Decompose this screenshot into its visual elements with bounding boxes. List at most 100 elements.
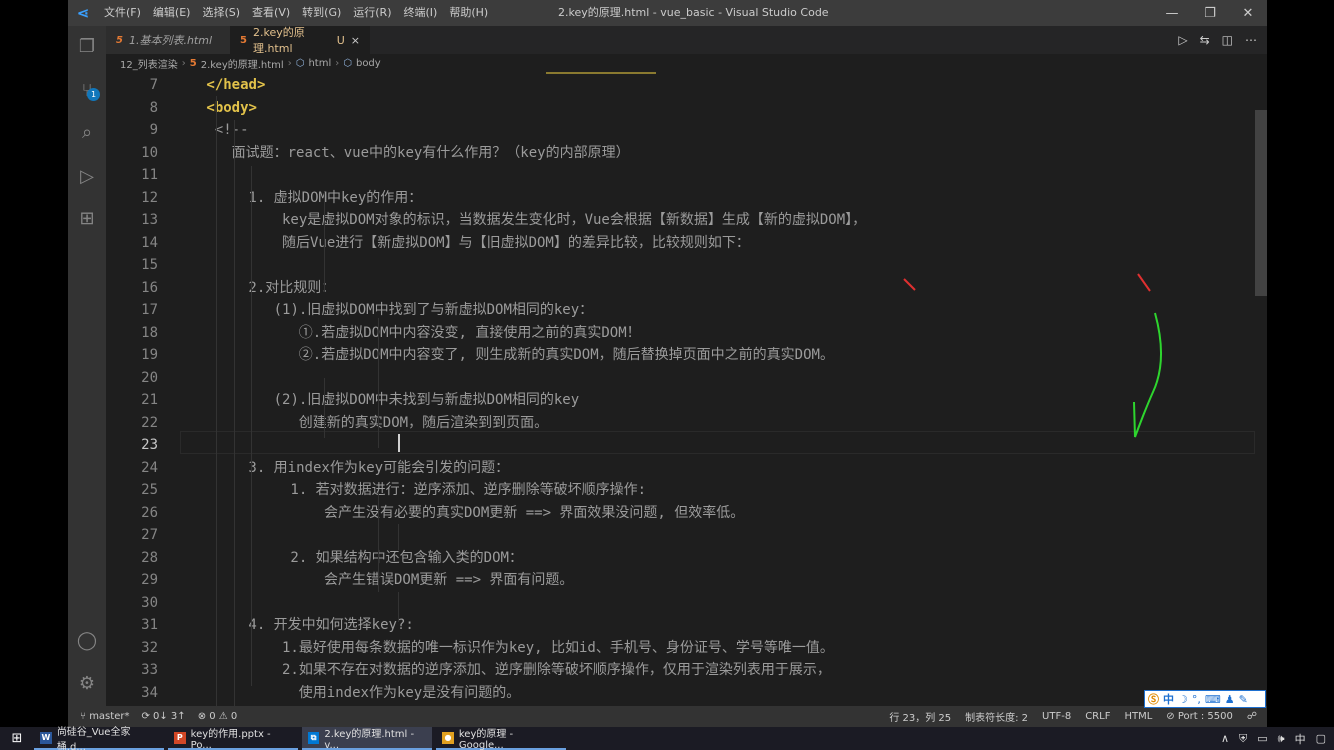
line-number: 26 (141, 504, 158, 521)
code-line: 17 (1).旧虚拟DOM中找到了与新虚拟DOM相同的key： (106, 299, 1267, 322)
notification-icon[interactable]: ▢ (1316, 732, 1326, 745)
taskbar-item[interactable]: W 尚硅谷_Vue全家桶.d... (34, 727, 164, 750)
vscode-window: ⋖ 文件(F) 编辑(E) 选择(S) 查看(V) 转到(G) 运行(R) 终端(I) 帮助(… (68, 0, 1267, 727)
line-number: 18 (141, 324, 158, 341)
user-icon[interactable]: ♟ (1225, 693, 1235, 706)
code-text: 创建新的真实DOM，随后渲染到到页面。 (298, 414, 549, 431)
breadcrumb-folder[interactable]: 12_列表渲染 (120, 56, 178, 71)
menu-item[interactable]: 转到(G) (296, 0, 347, 26)
run-debug-icon[interactable]: ▷ (75, 164, 99, 188)
ime-toolbar[interactable]: Ⓢ 中 ☽ °, ⌨ ♟ ✎ (1144, 690, 1266, 708)
code-line: 18 ①.若虚拟DOM中内容没变, 直接使用之前的真实DOM！ (106, 322, 1267, 345)
live-server-port[interactable]: ⊘ Port : 5500 (1166, 711, 1233, 722)
open-changes-icon[interactable]: ⇆ (1200, 33, 1210, 47)
menu-item[interactable]: 运行(R) (347, 0, 397, 26)
taskbar-item[interactable]: Pkey的作用.pptx - Po... (168, 727, 298, 750)
taskbar-label: 2.key的原理.html - v... (324, 728, 415, 750)
code-line: 21 (2).旧虚拟DOM中未找到与新虚拟DOM相同的key (106, 389, 1267, 412)
keyboard-icon[interactable]: ⌨ (1205, 693, 1221, 706)
app-icon: ⧉ (308, 731, 320, 744)
code-text: 2.如果不存在对数据的逆序添加、逆序删除等破坏顺序操作，仅用于渲染列表用于展示， (282, 662, 831, 678)
wrench-icon[interactable]: ✎ (1239, 693, 1248, 706)
split-editor-icon[interactable]: ◫ (1222, 33, 1233, 47)
line-number: 23 (141, 437, 158, 453)
ime-mode[interactable]: 中 (1163, 691, 1174, 707)
encoding[interactable]: UTF-8 (1042, 711, 1071, 722)
code-line: 13 key是虚拟DOM对象的标识，当数据发生变化时，Vue会根据【新数据】生成【… (106, 209, 1267, 232)
punctuation-icon[interactable]: °, (1192, 693, 1201, 706)
breadcrumb-body[interactable]: body (356, 58, 381, 69)
security-icon[interactable]: ⛨ (1239, 732, 1247, 746)
taskbar-item[interactable]: ⧉ 2.key的原理.html - v... (302, 727, 432, 750)
problems-status[interactable]: ⊗ 0 ⚠ 0 (198, 711, 238, 722)
code-line: 25 1. 若对数据进行：逆序添加、逆序删除等破坏顺序操作: (106, 479, 1267, 502)
tab-size[interactable]: 制表符长度: 2 (965, 709, 1028, 724)
element-symbol-icon: ⬡ (343, 57, 352, 69)
code-text: <!-- (214, 122, 249, 138)
language-mode[interactable]: HTML (1124, 711, 1152, 722)
moon-icon[interactable]: ☽ (1178, 693, 1188, 706)
menu-item[interactable]: 查看(V) (246, 0, 296, 26)
sync-status[interactable]: ⟳ 0↓ 3↑ (141, 711, 185, 722)
close-window-icon[interactable]: ✕ (1229, 0, 1267, 26)
explorer-icon[interactable]: ❐ (75, 34, 99, 58)
git-branch-icon: ⑂ (80, 711, 90, 722)
feedback-icon[interactable]: ☍ (1247, 711, 1257, 722)
menu-item[interactable]: 文件(F) (98, 0, 147, 26)
menu-item[interactable]: 帮助(H) (443, 0, 494, 26)
code-line: 27 (106, 524, 1267, 547)
line-number: 14 (141, 234, 158, 251)
branch-status[interactable]: ⑂ master* (80, 711, 129, 722)
line-number: 34 (141, 684, 158, 701)
run-icon[interactable]: ▷ (1178, 33, 1187, 47)
menu-item[interactable]: 选择(S) (196, 0, 246, 26)
code-line: 24 3. 用index作为key可能会引发的问题： (106, 457, 1267, 480)
restore-icon[interactable]: ❐ (1191, 0, 1229, 26)
line-number: 20 (141, 369, 158, 386)
menu-item[interactable]: 终端(I) (398, 0, 444, 26)
sync-counts: 0↓ 3↑ (153, 711, 186, 722)
menu-bar: 文件(F) 编辑(E) 选择(S) 查看(V) 转到(G) 运行(R) 终端(I) 帮助(H) (98, 0, 494, 26)
search-icon[interactable]: ⌕ (75, 120, 99, 144)
windows-start-icon[interactable]: ⊞ (0, 727, 34, 750)
chevron-up-icon[interactable]: ∧ (1221, 732, 1229, 745)
code-text: ①.若虚拟DOM中内容没变, 直接使用之前的真实DOM！ (298, 324, 641, 341)
input-language[interactable]: 中 (1295, 731, 1306, 747)
line-number: 9 (149, 122, 158, 138)
chevron-right-icon: › (181, 57, 186, 69)
volume-icon[interactable]: 🕪 (1278, 732, 1285, 746)
tab-key-principle[interactable]: 5 2.key的原理.html U × (230, 26, 370, 55)
window-title: 2.key的原理.html - vue_basic - Visual Studi… (558, 6, 829, 19)
menu-item[interactable]: 编辑(E) (147, 0, 197, 26)
code-text: 1. 若对数据进行：逆序添加、逆序删除等破坏顺序操作: (290, 482, 647, 498)
network-icon[interactable]: ▭ (1257, 732, 1267, 745)
line-number: 31 (141, 617, 158, 633)
code-line: 31 4. 开发中如何选择key?: (106, 614, 1267, 637)
taskbar-item[interactable]: ● key的原理 - Google... (436, 727, 566, 750)
indent-guide (216, 96, 217, 706)
tab-basic-list[interactable]: 5 1.基本列表.html (106, 26, 230, 54)
line-number: 29 (141, 572, 158, 588)
line-ending[interactable]: CRLF (1085, 711, 1110, 722)
minimize-icon[interactable]: — (1153, 0, 1191, 26)
account-icon[interactable]: ◯ (75, 628, 99, 652)
taskbar-label: key的原理 - Google... (458, 728, 514, 750)
more-actions-icon[interactable]: ⋯ (1245, 33, 1257, 47)
settings-gear-icon[interactable]: ⚙ (75, 671, 99, 695)
chevron-right-icon: › (287, 57, 292, 69)
breadcrumb-file[interactable]: 2.key的原理.html (201, 56, 284, 71)
code-text: key是虚拟DOM对象的标识，当数据发生变化时，Vue会根据【新数据】生成【新的… (282, 212, 867, 228)
close-tab-icon[interactable]: × (351, 34, 360, 47)
cursor-position[interactable]: 行 23，列 25 (889, 709, 951, 724)
code-editor[interactable]: 7 </head> 8 <body> 9 <!-- 10 面试题：react、vue中的key… (106, 72, 1267, 706)
html-file-icon: 5 (116, 34, 123, 46)
ime-logo-icon: Ⓢ (1148, 693, 1159, 706)
activity-bar: ❐ ⑂ 1 ⌕ ▷ ⊞ ◯ ⚙ (68, 26, 106, 706)
line-number: 32 (141, 639, 158, 656)
code-text: 1.最好使用每条数据的唯一标识作为key, 比如id、手机号、身份证号、学号等唯… (282, 639, 834, 656)
code-text: 使用index作为key是没有问题的。 (298, 684, 521, 701)
extensions-icon[interactable]: ⊞ (75, 206, 99, 230)
breadcrumb-html[interactable]: html (308, 58, 331, 69)
code-line: 15 (106, 254, 1267, 277)
line-number: 16 (141, 279, 158, 296)
